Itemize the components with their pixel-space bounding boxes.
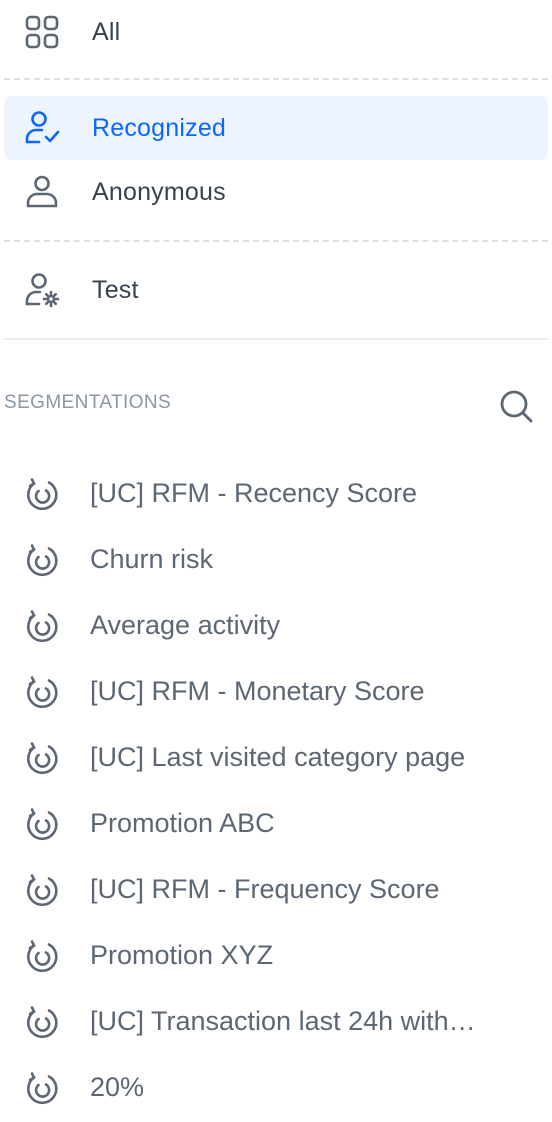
divider — [4, 338, 548, 340]
filter-all[interactable]: All — [4, 0, 548, 64]
search-icon — [500, 390, 533, 423]
segment-icon — [27, 940, 58, 973]
filter-anonymous[interactable]: Anonymous — [4, 160, 548, 224]
segment-icon — [27, 544, 58, 577]
segmentation-item[interactable]: Promotion XYZ — [4, 924, 548, 990]
segmentation-item-label: [UC] RFM - Frequency Score — [90, 874, 440, 904]
segmentation-item-label: [UC] Last visited category page — [90, 742, 466, 772]
divider — [4, 78, 548, 80]
segmentation-item[interactable]: 20% — [4, 1056, 548, 1122]
filter-recognized[interactable]: Recognized — [4, 96, 548, 160]
segment-icon — [27, 742, 58, 775]
segment-icon — [27, 478, 58, 511]
grid-icon — [25, 15, 59, 49]
segmentation-item-label: [UC] RFM - Monetary Score — [90, 676, 425, 706]
user-check-icon — [25, 111, 60, 144]
segment-icon — [27, 808, 58, 841]
filter-test[interactable]: Test — [4, 258, 548, 322]
divider — [4, 240, 548, 242]
segmentation-item-label: Average activity — [90, 610, 281, 640]
filter-anonymous-label: Anonymous — [92, 177, 226, 206]
segmentation-item-label: [UC] RFM - Recency Score — [90, 478, 418, 508]
user-icon — [26, 175, 58, 208]
segment-icon — [27, 610, 58, 643]
segmentation-item[interactable]: [UC] RFM - Frequency Score — [4, 858, 548, 924]
user-settings-icon — [25, 273, 60, 308]
segment-icon — [27, 1006, 58, 1039]
segmentation-item[interactable]: [UC] RFM - Monetary Score — [4, 660, 548, 726]
segmentation-item[interactable]: Promotion ABC — [4, 792, 548, 858]
segmentation-item[interactable]: [UC] Transaction last 24h with… — [4, 990, 548, 1056]
filter-recognized-label: Recognized — [92, 113, 227, 142]
segmentation-item-label: Churn risk — [90, 544, 214, 574]
filter-test-label: Test — [92, 275, 139, 304]
segmentation-item[interactable]: Churn risk — [4, 528, 548, 594]
segmentation-item-label: Promotion XYZ — [90, 940, 274, 970]
segmentation-item[interactable]: [UC] RFM - Recency Score — [4, 462, 548, 528]
segmentation-item[interactable]: Average activity — [4, 594, 548, 660]
filter-all-label: All — [92, 17, 121, 46]
segmentation-item-label: Promotion ABC — [90, 808, 275, 838]
segment-icon — [27, 1072, 58, 1105]
search-button[interactable] — [494, 384, 538, 428]
segment-icon — [27, 874, 58, 907]
segmentation-item[interactable]: [UC] Last visited category page — [4, 726, 548, 792]
segmentations-title: SEGMENTATIONS — [4, 392, 172, 413]
segmentation-item-label: [UC] Transaction last 24h with… — [90, 1006, 476, 1036]
segment-icon — [27, 676, 58, 709]
segmentation-item-label: 20% — [90, 1072, 145, 1102]
